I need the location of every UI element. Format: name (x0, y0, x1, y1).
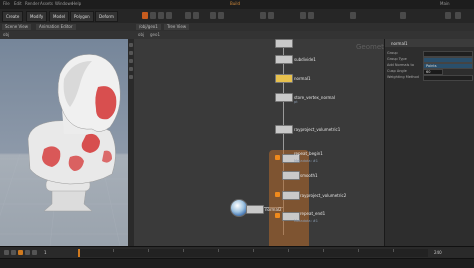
menu-assets[interactable]: Assets (40, 1, 53, 6)
param-label: Group (387, 51, 398, 55)
display-option-icon[interactable] (129, 67, 133, 71)
node-sublabel: Metadata: #1 (294, 159, 319, 163)
tool-icon[interactable] (268, 12, 274, 19)
network-node[interactable] (275, 39, 293, 48)
tick (113, 249, 114, 252)
param-header: normal1 (385, 39, 474, 47)
network-node[interactable] (246, 205, 264, 214)
node-sublabel: Metadata: #1 (294, 219, 319, 223)
step-forward-icon[interactable] (25, 250, 30, 255)
menu-file[interactable]: File (3, 1, 10, 6)
param-dropdown[interactable] (423, 75, 473, 81)
tool-icon[interactable] (210, 12, 216, 19)
network-node[interactable] (282, 171, 300, 180)
param-label: Group Type (387, 57, 407, 61)
repeat-flag-icon (275, 213, 280, 218)
param-label: Weighting Method (387, 75, 419, 79)
shelf-tab-create[interactable]: Create (2, 11, 24, 22)
display-option-icon[interactable] (129, 51, 133, 55)
3d-viewport[interactable] (0, 39, 129, 246)
tick (183, 249, 184, 252)
tick (148, 249, 149, 252)
jump-end-icon[interactable] (32, 250, 37, 255)
shelf-tab-model[interactable]: Model (49, 11, 70, 22)
node-label: smooth1 (300, 173, 318, 178)
repeat-flag-icon (275, 155, 280, 160)
tool-icon[interactable] (400, 12, 406, 19)
tool-icon[interactable] (300, 12, 306, 19)
menu-edit[interactable]: Edit (14, 1, 22, 6)
param-label: Cusp Angle (387, 69, 407, 73)
repeat-flag-icon (275, 192, 280, 197)
shelf-tab-deform[interactable]: Deform (95, 11, 118, 22)
breadcrumb-geo1[interactable]: geo1 (150, 32, 160, 37)
tool-icon[interactable] (308, 12, 314, 19)
tab-animation-editor[interactable]: Animation Editor (36, 24, 76, 30)
tick (288, 249, 289, 252)
tool-icon[interactable] (350, 12, 356, 19)
tick (253, 249, 254, 252)
network-node[interactable] (275, 125, 293, 134)
tool-icon[interactable] (142, 12, 148, 19)
step-back-icon[interactable] (11, 250, 16, 255)
node-label: repeat_end1 (300, 211, 326, 216)
end-frame[interactable]: 240 (434, 250, 442, 255)
current-frame[interactable]: 1 (44, 250, 47, 255)
display-option-icon[interactable] (129, 59, 133, 63)
jump-start-icon[interactable] (4, 250, 9, 255)
tick (323, 249, 324, 252)
network-node-selected[interactable] (275, 74, 293, 83)
desktop-main[interactable]: Main (440, 1, 450, 6)
display-option-icon[interactable] (129, 75, 133, 79)
node-label: normal1 (294, 76, 311, 81)
node-label: rayproject_volumetric1 (294, 127, 341, 132)
tool-icon[interactable] (166, 12, 172, 19)
tick (218, 249, 219, 252)
tool-icon[interactable] (455, 12, 461, 19)
playhead[interactable] (78, 249, 80, 257)
timeline-ruler[interactable] (78, 249, 428, 257)
tab-network[interactable]: /obj/geo1 (136, 24, 161, 30)
desktop-build[interactable]: Build (230, 1, 240, 6)
node-label: repeat_begin1 (294, 151, 323, 156)
param-label: Add Normals to (387, 63, 415, 67)
shelf: Create Modify Model Polygon Deform (0, 9, 474, 24)
node-label: normal2 (265, 207, 282, 212)
node-label: subdivide1 (294, 57, 316, 62)
tool-icon[interactable] (185, 12, 191, 19)
tab-tree-view[interactable]: Tree View (164, 24, 190, 30)
menu-render[interactable]: Render (25, 1, 39, 6)
tool-icon[interactable] (150, 12, 156, 19)
breadcrumb-obj[interactable]: obj (138, 32, 144, 37)
tool-icon[interactable] (260, 12, 266, 19)
viewport-path[interactable]: obj (3, 32, 9, 37)
tick (393, 249, 394, 252)
parameter-pane: normal1 Group Group Type Add Normals to … (384, 39, 474, 246)
network-node[interactable] (275, 93, 293, 102)
menu-bar: File Edit Render Assets Windows Help Bui… (0, 0, 474, 9)
network-node[interactable] (275, 55, 293, 64)
network-editor[interactable]: Geometry subdivide1 normal1 store_vertex… (134, 39, 384, 246)
shelf-tab-polygon[interactable]: Polygon (70, 11, 94, 22)
node-sublabel: pt (294, 100, 298, 104)
tick (358, 249, 359, 252)
display-option-icon[interactable] (129, 43, 133, 47)
tool-icon[interactable] (158, 12, 164, 19)
tool-icon[interactable] (193, 12, 199, 19)
menu-help[interactable]: Help (72, 1, 81, 6)
param-node-name: normal1 (391, 41, 408, 46)
network-node[interactable] (282, 191, 300, 200)
tool-icon[interactable] (445, 12, 451, 19)
bust-render (0, 54, 128, 246)
tab-scene-view[interactable]: Scene View (2, 24, 31, 30)
play-icon[interactable] (18, 250, 23, 255)
node-label: rayproject_volumetric2 (300, 193, 347, 198)
shelf-tab-modify[interactable]: Modify (26, 11, 48, 22)
menu-windows[interactable]: Windows (55, 1, 73, 6)
node-label: store_vertex_normal (294, 95, 335, 100)
tool-icon[interactable] (218, 12, 224, 19)
context-watermark: Geometry (356, 43, 384, 51)
